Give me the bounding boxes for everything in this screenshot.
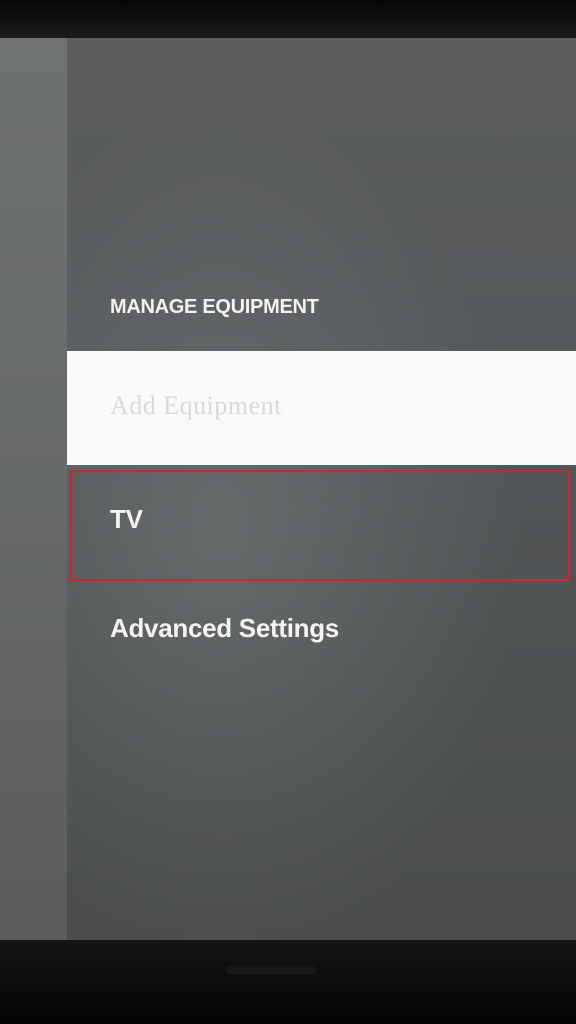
left-sidebar-panel [0, 38, 67, 940]
menu-item-label: Advanced Settings [110, 613, 339, 643]
screen-bezel-bottom [0, 940, 576, 1024]
screen-bezel-top [0, 0, 576, 38]
menu-item-label: Add Equipment [110, 391, 282, 420]
section-title: MANAGE EQUIPMENT [110, 296, 319, 318]
highlight-outline [70, 470, 570, 581]
tv-brand-logo [226, 966, 316, 974]
menu-item-add-equipment[interactable]: Add Equipment [67, 351, 576, 465]
menu-item-advanced-settings[interactable]: Advanced Settings [67, 585, 576, 680]
